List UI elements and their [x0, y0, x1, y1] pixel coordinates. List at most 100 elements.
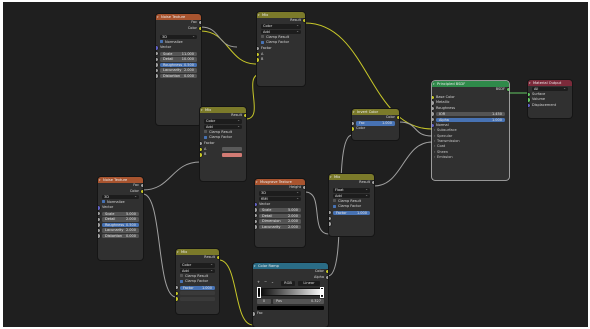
remove-stop-icon[interactable]: −: [264, 281, 267, 285]
color-swatch[interactable]: [257, 305, 324, 311]
socket-dot[interactable]: [244, 114, 246, 118]
socket-dot[interactable]: [255, 202, 257, 207]
link-noise2-to-mix-bottom[interactable]: [142, 193, 177, 298]
socket-dot[interactable]: [528, 103, 530, 108]
node-noise-texture-1[interactable]: ▾Noise Texture Fac Color 3D Normalize Ve…: [156, 14, 201, 125]
socket-dot[interactable]: [156, 57, 158, 62]
link-noise1-to-mix-top[interactable]: [200, 30, 257, 65]
socket-dot[interactable]: [528, 92, 530, 97]
color-mode-dropdown[interactable]: RGB: [281, 281, 295, 286]
link-noise1-fac[interactable]: [200, 26, 238, 48]
panel-emission[interactable]: Emission: [432, 155, 509, 161]
socket-dot[interactable]: [200, 147, 202, 152]
socket-dot[interactable]: [156, 74, 158, 78]
color-swatch[interactable]: [222, 147, 242, 152]
stop-position-field[interactable]: Pos 0.327: [273, 299, 324, 304]
ramp-gradient-area[interactable]: [253, 287, 328, 299]
socket-dot[interactable]: [156, 63, 158, 67]
dropdown-value[interactable]: Add: [261, 29, 301, 35]
socket-dot[interactable]: [199, 21, 201, 25]
dropdown-value[interactable]: Float: [333, 188, 370, 193]
node-material-output[interactable]: ▾Material Output All Surface Volume Disp…: [528, 80, 572, 118]
socket-dot[interactable]: [372, 181, 374, 185]
socket-dot[interactable]: [329, 216, 331, 221]
socket-dot[interactable]: [432, 112, 434, 116]
socket-dot[interactable]: [303, 186, 305, 190]
socket-dot[interactable]: [141, 189, 143, 194]
field-distortion[interactable]: Distortion 0.000: [98, 233, 143, 239]
socket-dot[interactable]: [199, 26, 201, 31]
socket-dot[interactable]: [98, 217, 100, 222]
stop-index-field[interactable]: 0: [257, 299, 271, 304]
socket-dot[interactable]: [432, 106, 434, 111]
socket-dot[interactable]: [176, 291, 178, 296]
color-swatch[interactable]: [180, 296, 215, 302]
checkbox-icon[interactable]: [261, 40, 264, 44]
ramp-stop-black[interactable]: [257, 287, 261, 299]
checkbox-icon[interactable]: [160, 40, 163, 44]
socket-dot[interactable]: [329, 211, 331, 215]
node-color-ramp[interactable]: ▾ Color Ramp Color Alpha + − ⌄ RGB Linear…: [253, 263, 328, 327]
dropdown-value[interactable]: 3D: [102, 194, 139, 200]
checkbox-icon[interactable]: [180, 274, 183, 278]
color-swatch[interactable]: [222, 152, 242, 158]
socket-dot[interactable]: [98, 206, 100, 210]
node-mix-bottom[interactable]: ▾Mix Result Color Add Clamp Result Clamp…: [176, 249, 219, 314]
socket-dot[interactable]: [432, 95, 434, 100]
dropdown-value[interactable]: Add: [204, 124, 242, 130]
socket-dot[interactable]: [156, 46, 158, 50]
checkbox-icon[interactable]: [204, 135, 207, 139]
socket-dot[interactable]: [255, 214, 257, 218]
socket-dot[interactable]: [257, 47, 259, 51]
field-lacunarity[interactable]: Lacunarity 2.000: [255, 224, 305, 230]
checkbox-icon[interactable]: [180, 279, 183, 283]
color-swatch[interactable]: [180, 291, 215, 296]
socket-dot[interactable]: [255, 208, 257, 212]
socket-dot[interactable]: [217, 256, 219, 260]
socket-dot[interactable]: [528, 98, 530, 102]
node-mix-top[interactable]: ▾Mix Result Color Add Clamp Result Clamp…: [257, 12, 305, 86]
checkbox-icon[interactable]: [333, 204, 336, 208]
add-stop-icon[interactable]: +: [257, 281, 260, 285]
node-musgrave-texture[interactable]: ▾Musgrave Texture Height 3D fBM Vector S…: [255, 179, 305, 247]
socket-dot[interactable]: [257, 52, 259, 57]
socket-dot[interactable]: [303, 19, 305, 23]
dropdown-value[interactable]: Color: [261, 24, 301, 29]
checkbox-icon[interactable]: [102, 200, 105, 204]
interpolation-dropdown[interactable]: Linear: [298, 281, 320, 286]
socket-dot[interactable]: [352, 127, 354, 131]
socket-dot[interactable]: [200, 142, 202, 146]
dropdown-value[interactable]: fBM: [259, 196, 301, 202]
socket-dot[interactable]: [507, 88, 509, 92]
checkbox-icon[interactable]: [204, 130, 207, 134]
link-noise2-to-mix-mid[interactable]: [142, 161, 201, 191]
node-invert-color[interactable]: ▾ Invert Color Color Fac 1.000 Color: [352, 109, 399, 140]
socket-dot[interactable]: [156, 68, 158, 73]
node-principled-bsdf[interactable]: ▾ Principled BSDF BSDF Base Color Metalli…: [432, 81, 509, 180]
chevron-down-icon[interactable]: ⌄: [271, 281, 274, 285]
dropdown-value[interactable]: 3D: [160, 34, 197, 40]
dropdown-value[interactable]: Add: [333, 193, 370, 199]
socket-dot[interactable]: [98, 228, 100, 233]
socket-dot[interactable]: [255, 225, 257, 229]
socket-dot[interactable]: [432, 101, 434, 105]
socket-dot[interactable]: [432, 118, 434, 122]
socket-dot[interactable]: [253, 312, 255, 316]
socket-dot[interactable]: [98, 234, 100, 238]
node-noise-texture-2[interactable]: ▾Noise Texture Fac Color 3D Normalize Ve…: [98, 177, 143, 260]
dropdown-value[interactable]: Color: [204, 119, 242, 124]
socket-dot[interactable]: [352, 121, 354, 126]
link-mix-right-to-bsdf-rough[interactable]: [373, 141, 433, 187]
socket-dot[interactable]: [98, 223, 100, 227]
node-editor[interactable]: ▾Noise Texture Fac Color 3D Normalize Ve…: [3, 2, 588, 327]
socket-dot[interactable]: [255, 219, 257, 224]
link-mix-bottom-to-ramp[interactable]: [218, 259, 254, 326]
socket-dot[interactable]: [397, 116, 399, 120]
dropdown-value[interactable]: 3D: [259, 191, 301, 196]
socket-dot[interactable]: [326, 270, 328, 274]
field-distortion[interactable]: Distortion 0.000: [156, 73, 201, 79]
socket-dot[interactable]: [200, 153, 202, 157]
socket-dot[interactable]: [141, 184, 143, 188]
socket-dot[interactable]: [432, 123, 434, 128]
socket-dot[interactable]: [98, 212, 100, 216]
